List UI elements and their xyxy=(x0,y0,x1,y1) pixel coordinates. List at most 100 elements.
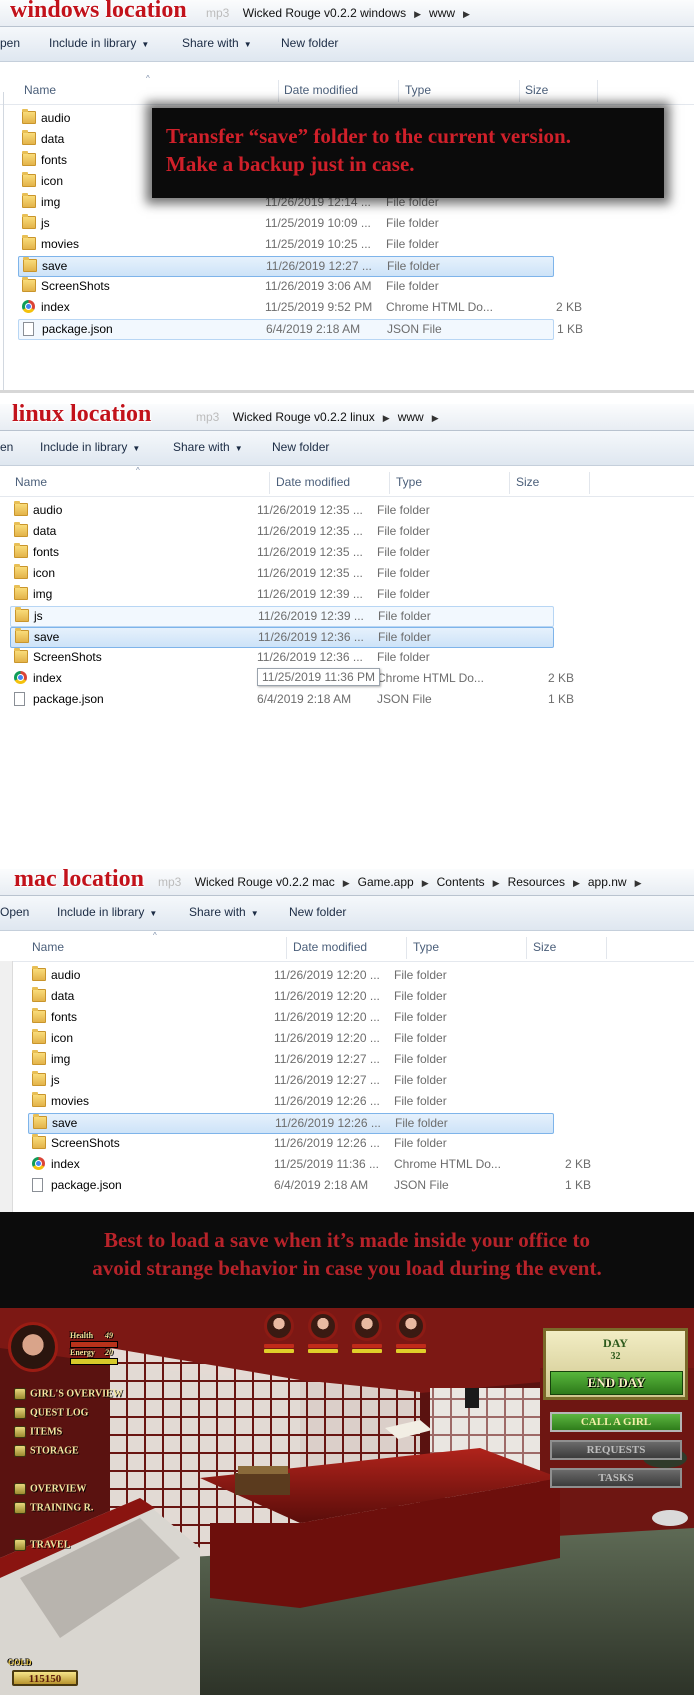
file-date: 11/26/2019 12:27 ... xyxy=(274,1073,380,1087)
file-name: ScreenShots xyxy=(41,279,110,293)
day-panel: DAY 32 END DAY xyxy=(543,1328,688,1400)
scrollbar[interactable] xyxy=(0,961,13,1212)
requests-button[interactable]: REQUESTS xyxy=(550,1440,682,1460)
girl-portrait[interactable] xyxy=(308,1311,338,1341)
file-row[interactable]: index 11/25/2019 9:52 PM Chrome HTML Do...… xyxy=(18,298,582,317)
chrome-icon xyxy=(14,671,27,684)
file-size: 2 KB xyxy=(564,1157,591,1171)
folder-icon xyxy=(22,130,36,145)
file-name: js xyxy=(34,609,43,623)
file-row[interactable]: js 11/26/2019 12:27 ... File folder xyxy=(28,1071,554,1090)
file-type: File folder xyxy=(394,1052,447,1066)
folder-icon xyxy=(14,543,28,558)
mac-explorer-panel: mp3 Wicked Rouge v0.2.2 mac ▶ Game.app ▶ Con… xyxy=(0,869,694,1212)
file-date: 11/26/2019 12:35 ... xyxy=(257,566,363,580)
girl-portrait[interactable] xyxy=(264,1311,294,1341)
file-row[interactable]: movies 11/26/2019 12:26 ... File folder xyxy=(28,1092,554,1111)
file-type: JSON File xyxy=(394,1178,449,1192)
girl-portrait[interactable] xyxy=(352,1311,382,1341)
end-day-button[interactable]: END DAY xyxy=(550,1371,683,1395)
left-border xyxy=(3,92,4,390)
file-row[interactable]: save 11/26/2019 12:27 ... File folder xyxy=(18,256,554,277)
file-row[interactable]: movies 11/25/2019 10:25 ... File folder xyxy=(18,235,554,254)
folder-icon xyxy=(14,648,28,663)
file-row[interactable]: fonts 11/26/2019 12:20 ... File folder xyxy=(28,1008,554,1027)
file-row[interactable]: package.json 6/4/2019 2:18 AM JSON File 1 K… xyxy=(10,690,574,709)
folder-icon xyxy=(15,607,29,622)
menu-label: ITEMS xyxy=(30,1426,63,1438)
file-type: File folder xyxy=(378,609,431,623)
file-row[interactable]: ScreenShots 11/26/2019 12:36 ... File fold… xyxy=(10,648,554,667)
file-name: ScreenShots xyxy=(51,1136,120,1150)
file-row[interactable]: fonts 11/26/2019 12:35 ... File folder xyxy=(10,543,554,562)
file-row[interactable]: save 11/26/2019 12:36 ... File folder xyxy=(10,627,554,648)
file-row[interactable]: package.json 6/4/2019 2:18 AM JSON File 1 K… xyxy=(18,319,583,340)
file-row[interactable]: data 11/26/2019 12:20 ... File folder xyxy=(28,987,554,1006)
file-name: index xyxy=(33,671,62,685)
girl-portraits xyxy=(264,1311,434,1355)
menu-label: QUEST LOG xyxy=(30,1407,89,1419)
menu-travel[interactable]: TRAVEL xyxy=(14,1539,70,1555)
file-row[interactable]: js 11/26/2019 12:39 ... File folder xyxy=(10,606,554,627)
file-row[interactable]: package.json 6/4/2019 2:18 AM JSON File 1 K… xyxy=(28,1176,591,1195)
girl-stat-bar xyxy=(352,1349,382,1353)
girl-portrait[interactable] xyxy=(396,1311,426,1341)
file-date: 11/26/2019 12:27 ... xyxy=(266,259,372,273)
girl-stat-bar xyxy=(396,1349,426,1353)
file-row[interactable]: save 11/26/2019 12:26 ... File folder xyxy=(28,1113,554,1134)
call-a-girl-button[interactable]: CALL A GIRL xyxy=(550,1412,682,1432)
file-size: 2 KB xyxy=(547,671,574,685)
menu-training-room[interactable]: TRAINING R. xyxy=(14,1502,93,1518)
girl-stat-bar xyxy=(264,1349,294,1353)
file-row[interactable]: ScreenShots 11/26/2019 12:26 ... File fold… xyxy=(28,1134,554,1153)
transfer-note: Transfer “save” folder to the current ve… xyxy=(152,108,664,198)
player-avatar[interactable] xyxy=(8,1322,58,1372)
gold-label: GOLD xyxy=(8,1658,32,1667)
file-name: movies xyxy=(51,1094,90,1108)
file-row[interactable]: icon 11/26/2019 12:35 ... File folder xyxy=(10,564,554,583)
file-type: File folder xyxy=(386,237,439,251)
file-type: File folder xyxy=(387,259,440,273)
file-row[interactable]: audio 11/26/2019 12:20 ... File folder xyxy=(28,966,554,985)
tip-banner: Best to load a save when it’s made insid… xyxy=(0,1212,694,1308)
file-list: audio 11/26/2019 12:20 ... File folder data… xyxy=(0,869,694,1212)
menu-girls-overview[interactable]: GIRL'S OVERVIEW xyxy=(14,1388,123,1404)
menu-overview[interactable]: OVERVIEW xyxy=(14,1483,86,1499)
energy-bar xyxy=(70,1358,118,1365)
file-row[interactable]: icon 11/26/2019 12:20 ... File folder xyxy=(28,1029,554,1048)
file-row[interactable]: img 11/26/2019 12:27 ... File folder xyxy=(28,1050,554,1069)
file-type: JSON File xyxy=(387,322,442,336)
health-bar xyxy=(70,1341,118,1348)
menu-items[interactable]: ITEMS xyxy=(14,1426,62,1442)
file-name: save xyxy=(52,1116,78,1130)
menu-label: STORAGE xyxy=(30,1445,79,1457)
file-row[interactable]: index 11/25/2019 11:36 ... Chrome HTML Do.… xyxy=(28,1155,591,1174)
girl-stat-bar xyxy=(264,1344,294,1348)
file-date: 11/26/2019 12:35 ... xyxy=(257,524,363,538)
file-name: js xyxy=(51,1073,60,1087)
file-type: File folder xyxy=(386,216,439,230)
file-row[interactable]: ScreenShots 11/26/2019 3:06 AM File folder xyxy=(18,277,554,296)
file-size: 1 KB xyxy=(556,322,583,336)
tasks-button[interactable]: TASKS xyxy=(550,1468,682,1488)
menu-storage[interactable]: STORAGE xyxy=(14,1445,79,1461)
file-name: data xyxy=(51,989,75,1003)
menu-quest-log[interactable]: QUEST LOG xyxy=(14,1407,88,1423)
file-row[interactable]: data 11/26/2019 12:35 ... File folder xyxy=(10,522,554,541)
file-row[interactable]: index 11/25/2019 11:36 PM Chrome HTML Do..… xyxy=(10,668,574,688)
file-name: fonts xyxy=(51,1010,78,1024)
map-icon xyxy=(14,1539,26,1551)
menu-label: GIRL'S OVERVIEW xyxy=(30,1388,123,1400)
file-row[interactable]: audio 11/26/2019 12:35 ... File folder xyxy=(10,501,554,520)
file-date: 6/4/2019 2:18 AM xyxy=(274,1178,369,1192)
file-row[interactable]: img 11/26/2019 12:39 ... File folder xyxy=(10,585,554,604)
file-row[interactable]: js 11/25/2019 10:09 ... File folder xyxy=(18,214,554,233)
chrome-icon xyxy=(32,1157,45,1170)
file-date: 11/25/2019 9:52 PM xyxy=(265,300,373,314)
girl-stat-bar xyxy=(308,1344,338,1348)
folder-icon xyxy=(32,987,46,1002)
transfer-note-line: Make a backup just in case. xyxy=(166,152,415,176)
file-name: index xyxy=(51,1157,80,1171)
file-type: File folder xyxy=(394,1010,447,1024)
folder-icon xyxy=(14,585,28,600)
